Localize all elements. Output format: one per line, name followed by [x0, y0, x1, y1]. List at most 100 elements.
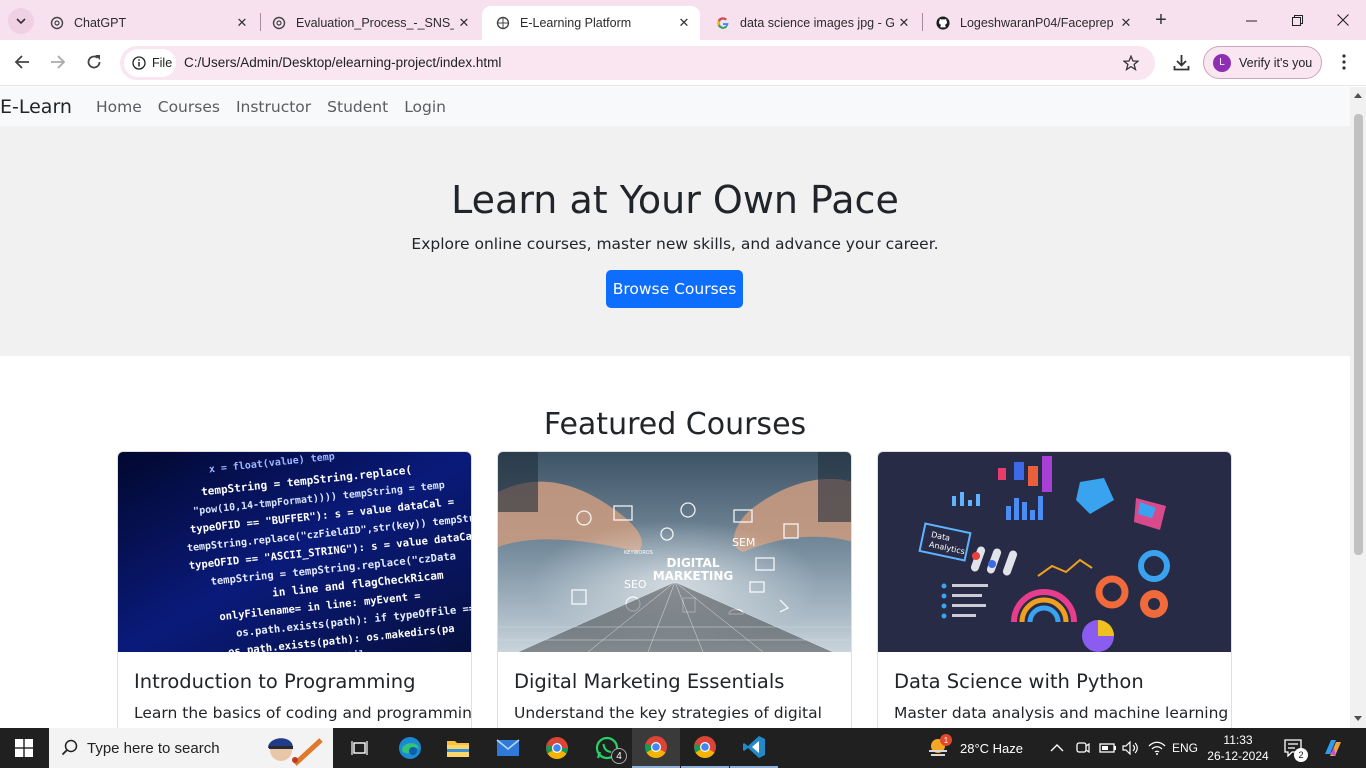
course-card-data-science[interactable]: Data Analytics Data Science with Python …: [877, 451, 1232, 728]
weather-widget[interactable]: 1 28°C Haze: [926, 728, 1023, 768]
close-icon[interactable]: ✕: [232, 13, 252, 33]
course-card-marketing[interactable]: DIGITAL MARKETING SEO SEM KEYWORDS Digit…: [497, 451, 852, 728]
restore-button[interactable]: [1274, 0, 1320, 40]
chrome-icon: [546, 737, 568, 759]
mail-app[interactable]: [484, 728, 532, 768]
clock-date: 26-12-2024: [1207, 749, 1269, 763]
tab-evaluation[interactable]: Evaluation_Process_-_SNS_2( ✕: [258, 6, 480, 40]
close-icon[interactable]: ✕: [674, 13, 694, 33]
minimize-button[interactable]: [1228, 0, 1274, 40]
verify-label: Verify it's you: [1239, 55, 1313, 70]
reload-button[interactable]: [79, 47, 109, 77]
close-icon: [1337, 14, 1349, 26]
globe-icon: [496, 16, 510, 30]
new-tab-button[interactable]: +: [1149, 8, 1173, 32]
scrollbar-thumb[interactable]: [1354, 114, 1363, 555]
mail-icon: [496, 739, 520, 756]
image-text: MARKETING: [653, 569, 734, 583]
folder-icon: [447, 741, 469, 757]
start-button[interactable]: [0, 728, 48, 768]
weather-badge: 1: [940, 734, 952, 746]
clock-time: 11:33: [1223, 733, 1253, 747]
hero-title: Learn at Your Own Pace: [451, 178, 899, 222]
vscode-app[interactable]: [730, 728, 778, 768]
course-card-programming[interactable]: x = float(value) temp tempString = tempS…: [117, 451, 472, 728]
page-scrollbar[interactable]: [1350, 87, 1366, 728]
course-desc: Learn the basics of coding and programmi…: [134, 704, 472, 722]
edge-icon: [399, 737, 421, 759]
nav-link-login[interactable]: Login: [404, 98, 446, 116]
clock[interactable]: 11:33 26-12-2024: [1206, 728, 1270, 768]
site-info-chip[interactable]: File: [124, 49, 176, 77]
show-hidden-icons-button[interactable]: [1050, 728, 1064, 768]
digital-marketing-image: DIGITAL MARKETING SEO SEM KEYWORDS: [498, 452, 851, 652]
downloads-button[interactable]: [1166, 47, 1196, 77]
arrow-right-icon: [51, 55, 66, 69]
battery-button[interactable]: [1099, 728, 1117, 768]
featured-courses-heading: Featured Courses: [543, 407, 807, 442]
plus-icon: +: [1155, 8, 1167, 31]
tab-chatgpt[interactable]: ChatGPT ✕: [36, 6, 258, 40]
back-button[interactable]: [7, 47, 37, 77]
reload-icon: [87, 55, 101, 69]
tab-title: E-Learning Platform: [520, 16, 632, 30]
edge-app[interactable]: [386, 728, 434, 768]
image-text: SEO: [624, 578, 647, 591]
wifi-icon: [1148, 741, 1166, 755]
whatsapp-app[interactable]: 4: [583, 728, 631, 768]
verify-profile-button[interactable]: L Verify it's you: [1203, 46, 1322, 79]
code-screen-image: x = float(value) temp tempString = tempS…: [118, 452, 471, 652]
menu-button[interactable]: [1329, 47, 1359, 77]
vscode-icon: [743, 736, 765, 758]
close-window-button[interactable]: [1320, 0, 1366, 40]
tab-google-images[interactable]: data science images jpg - Go ✕: [702, 6, 920, 40]
tab-elearning[interactable]: E-Learning Platform ✕: [482, 6, 700, 40]
chrome-icon: [694, 736, 716, 758]
nav-link-home[interactable]: Home: [96, 98, 142, 116]
weather-text: 28°C Haze: [960, 740, 1024, 756]
site-navbar: E-Learn Home Courses Instructor Student …: [0, 87, 1350, 126]
brand-logo[interactable]: E-Learn: [0, 96, 72, 118]
chrome-icon: [645, 736, 667, 758]
search-placeholder: Type here to search: [87, 739, 220, 757]
task-view-button[interactable]: [336, 728, 384, 768]
language-indicator[interactable]: ENG: [1172, 728, 1198, 768]
chrome-app[interactable]: [533, 728, 581, 768]
forward-button[interactable]: [43, 47, 73, 77]
nav-link-student[interactable]: Student: [327, 98, 388, 116]
star-icon: [1123, 55, 1139, 71]
close-icon[interactable]: ✕: [894, 13, 914, 33]
chevron-down-icon: [16, 18, 26, 25]
chrome-profile-app-2[interactable]: [681, 728, 729, 768]
openai-icon: [50, 16, 64, 30]
github-icon: [936, 16, 950, 30]
info-icon: [132, 56, 146, 70]
network-button[interactable]: [1148, 728, 1166, 768]
close-icon[interactable]: ✕: [1116, 13, 1136, 33]
address-bar[interactable]: File C:/Users/Admin/Desktop/elearning-pr…: [120, 46, 1155, 80]
taskbar-search-box[interactable]: Type here to search: [49, 728, 333, 768]
tab-github[interactable]: LogeshwaranP04/Faceprep ✕: [922, 6, 1142, 40]
chrome-profile-app[interactable]: [632, 728, 680, 768]
hero-section: Learn at Your Own Pace Explore online co…: [0, 126, 1350, 356]
tab-title: Evaluation_Process_-_SNS_2(: [296, 16, 454, 30]
chevron-up-icon: [1050, 744, 1064, 752]
tab-title: data science images jpg - Go: [740, 16, 894, 30]
browse-courses-button[interactable]: Browse Courses: [606, 270, 743, 308]
image-text: DIGITAL: [667, 556, 720, 570]
volume-button[interactable]: [1122, 728, 1140, 768]
copilot-button[interactable]: [1322, 728, 1344, 768]
file-explorer-app[interactable]: [434, 728, 482, 768]
windows-taskbar: Type here to search 4 1 28°C Haze ENG 11…: [0, 728, 1366, 768]
scroll-down-arrow-icon[interactable]: [1354, 716, 1362, 721]
url-text[interactable]: C:/Users/Admin/Desktop/elearning-project…: [184, 55, 501, 70]
bookmark-button[interactable]: [1121, 53, 1141, 73]
scroll-up-arrow-icon[interactable]: [1354, 93, 1362, 98]
tab-search-button[interactable]: [8, 8, 34, 34]
nav-link-courses[interactable]: Courses: [158, 98, 220, 116]
meet-icon-button[interactable]: [1075, 728, 1091, 768]
close-icon[interactable]: ✕: [454, 13, 474, 33]
course-desc: Master data analysis and machine learnin…: [894, 704, 1229, 722]
nav-link-instructor[interactable]: Instructor: [236, 98, 311, 116]
notifications-button[interactable]: 2: [1284, 728, 1308, 768]
